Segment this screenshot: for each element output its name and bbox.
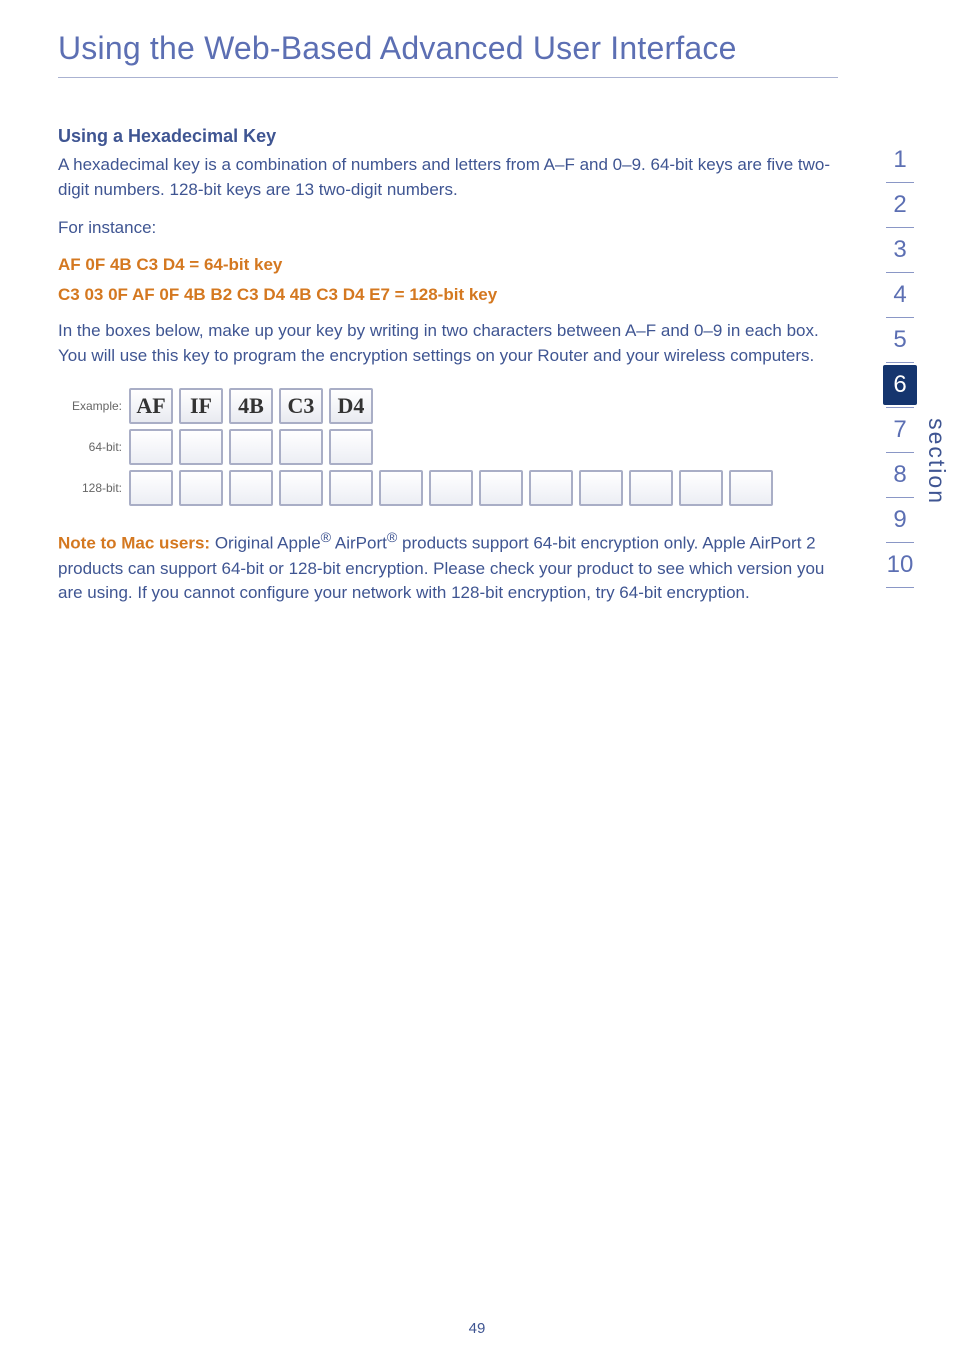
key-box: IF	[179, 388, 223, 424]
key-box: 4B	[229, 388, 273, 424]
section-nav-separator	[886, 407, 914, 408]
page-number: 49	[0, 1320, 954, 1337]
section-nav-item[interactable]: 5	[878, 320, 922, 360]
label-128bit: 128-bit:	[58, 481, 122, 495]
key-box-empty	[329, 429, 373, 465]
example-64bit-key: AF 0F 4B C3 D4 = 64-bit key	[58, 255, 838, 275]
registered-icon: ®	[321, 530, 331, 546]
section-nav-item-active[interactable]: 6	[883, 365, 917, 405]
section-nav-item[interactable]: 10	[878, 545, 922, 585]
note-text-b: AirPort	[331, 534, 387, 553]
para-hex-key-intro: A hexadecimal key is a combination of nu…	[58, 153, 838, 202]
key-box-empty	[379, 470, 423, 506]
example-128bit-key: C3 03 0F AF 0F 4B B2 C3 D4 4B C3 D4 E7 =…	[58, 285, 838, 305]
key-box-empty	[329, 470, 373, 506]
key-box-empty	[579, 470, 623, 506]
key-row-64bit: 64-bit:	[58, 429, 838, 465]
key-box: D4	[329, 388, 373, 424]
section-nav-separator	[886, 542, 914, 543]
section-nav: 1 2 3 4 5 6 7 8 9 10	[878, 140, 922, 590]
section-nav-separator	[886, 587, 914, 588]
section-nav-item[interactable]: 2	[878, 185, 922, 225]
section-nav-item[interactable]: 9	[878, 500, 922, 540]
key-box-empty	[279, 429, 323, 465]
section-nav-item[interactable]: 7	[878, 410, 922, 450]
key-box-empty	[529, 470, 573, 506]
section-nav-separator	[886, 497, 914, 498]
section-label: section	[923, 418, 950, 505]
key-box-empty	[129, 470, 173, 506]
key-grid: Example: AF IF 4B C3 D4 64-bit: 128-bit:	[58, 388, 838, 506]
key-box-empty	[279, 470, 323, 506]
key-box-empty	[179, 470, 223, 506]
label-for-instance: For instance:	[58, 216, 838, 241]
title-rule	[58, 77, 838, 78]
key-box: AF	[129, 388, 173, 424]
section-nav-separator	[886, 272, 914, 273]
section-nav-separator	[886, 227, 914, 228]
para-enter-key: In the boxes below, make up your key by …	[58, 319, 838, 368]
section-nav-item[interactable]: 3	[878, 230, 922, 270]
label-64bit: 64-bit:	[58, 440, 122, 454]
section-nav-separator	[886, 362, 914, 363]
section-nav-item[interactable]: 8	[878, 455, 922, 495]
key-box-empty	[229, 429, 273, 465]
registered-icon: ®	[387, 530, 397, 546]
key-box-empty	[229, 470, 273, 506]
section-nav-separator	[886, 317, 914, 318]
key-row-example: Example: AF IF 4B C3 D4	[58, 388, 838, 424]
section-nav-item[interactable]: 1	[878, 140, 922, 180]
heading-hex-key: Using a Hexadecimal Key	[58, 126, 838, 147]
note-mac-users: Note to Mac users: Original Apple® AirPo…	[58, 528, 838, 606]
key-row-128bit: 128-bit:	[58, 470, 838, 506]
key-box-empty	[679, 470, 723, 506]
note-text-a: Original Apple	[215, 534, 321, 553]
key-box: C3	[279, 388, 323, 424]
key-box-empty	[429, 470, 473, 506]
key-box-empty	[629, 470, 673, 506]
section-nav-separator	[886, 452, 914, 453]
section-nav-item[interactable]: 4	[878, 275, 922, 315]
key-box-empty	[179, 429, 223, 465]
note-lead: Note to Mac users:	[58, 534, 215, 553]
page-title: Using the Web-Based Advanced User Interf…	[58, 30, 838, 67]
key-box-empty	[479, 470, 523, 506]
key-box-empty	[729, 470, 773, 506]
label-example: Example:	[58, 399, 122, 413]
key-box-empty	[129, 429, 173, 465]
section-nav-separator	[886, 182, 914, 183]
